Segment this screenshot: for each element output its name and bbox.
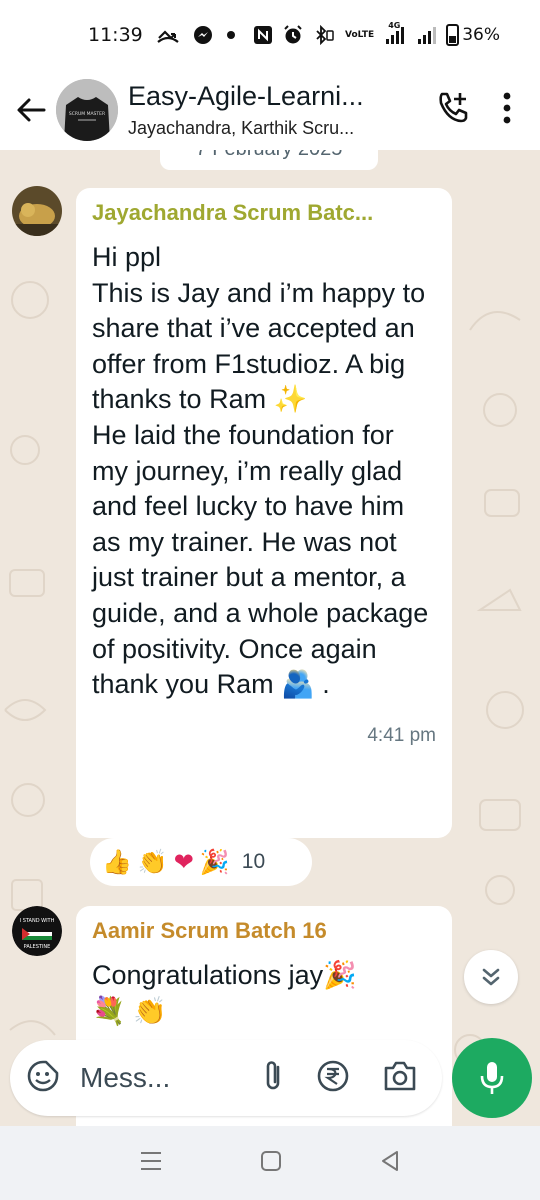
reaction-count: 10 <box>241 850 266 873</box>
microphone-icon <box>480 1062 504 1094</box>
system-nav-bar <box>0 1126 540 1200</box>
rupee-icon <box>317 1060 349 1092</box>
back-triangle-icon <box>382 1151 399 1171</box>
reactions-bar[interactable]: 👍 👏 ❤ 🎉 10 <box>90 838 312 886</box>
alarm-icon <box>283 25 303 45</box>
avatar-text-top: I STAND WITH <box>20 918 55 924</box>
nfc-icon <box>253 25 273 45</box>
message-line: He laid the foundation for my journey, i… <box>92 419 429 700</box>
missed-call-icon <box>157 26 179 44</box>
message-text: Congratulations jay🎉 💐 👏 <box>92 958 436 1029</box>
message-line: Congratulations jay🎉 <box>92 960 357 990</box>
sender-avatar[interactable]: I STAND WITH PALESTINE <box>12 906 62 956</box>
clap-reaction-icon: 👏 <box>137 848 168 876</box>
sticker-icon <box>27 1060 59 1092</box>
message-line: This is Jay and i’m happy to share that … <box>92 277 426 415</box>
avatar-text-bottom: PALESTINE <box>24 944 51 950</box>
signal-4g-icon: 4G <box>384 21 406 45</box>
paperclip-icon <box>266 1061 280 1090</box>
sender-avatar[interactable] <box>12 186 62 236</box>
add-call-button[interactable] <box>436 90 472 130</box>
menu-lines-icon <box>140 1152 161 1170</box>
messenger-icon <box>193 25 213 45</box>
bluetooth-icon <box>313 25 335 45</box>
group-subtitle: Jayachandra, Karthik Scru... <box>128 118 355 138</box>
camera-icon <box>384 1061 416 1091</box>
phone-plus-icon <box>439 92 468 123</box>
party-popper-reaction-icon: 🎉 <box>199 848 230 876</box>
sender-name[interactable]: Aamir Scrum Batch 16 <box>92 918 436 944</box>
signal-icon <box>416 25 437 45</box>
battery-icon <box>446 24 460 46</box>
status-bar: 11:39 VoLTE 4G 36% <box>0 0 540 70</box>
attach-button[interactable] <box>262 1059 284 1097</box>
sender-name[interactable]: Jayachandra Scrum Batc... <box>92 200 436 226</box>
message-bubble[interactable]: Jayachandra Scrum Batc... Hi ppl This is… <box>76 188 452 838</box>
double-chevron-down-icon <box>482 968 500 986</box>
kebab-menu-icon <box>503 92 511 124</box>
chat-header: SCRUM MASTER Easy-Agile-Learni... Jayach… <box>0 70 540 150</box>
chat-area[interactable]: 7 February 2025 Jayachandra Scrum Batc..… <box>0 150 540 1126</box>
voice-message-button[interactable] <box>452 1038 532 1118</box>
back-button[interactable] <box>6 80 56 140</box>
dot-icon <box>226 31 235 39</box>
more-options-button[interactable] <box>502 92 512 128</box>
recent-apps-button[interactable] <box>139 1150 163 1176</box>
group-avatar[interactable]: SCRUM MASTER <box>56 79 118 141</box>
message-time: 4:41 pm <box>367 724 436 746</box>
battery-percent: 36% <box>462 25 500 45</box>
message-line: 💐 👏 <box>92 995 167 1026</box>
battery-indicator: 36% <box>446 24 500 46</box>
group-avatar-text: SCRUM MASTER <box>69 111 105 117</box>
header-titles[interactable]: Easy-Agile-Learni... Jayachandra, Karthi… <box>128 81 400 139</box>
emoji-sticker-button[interactable] <box>26 1059 60 1097</box>
payment-button[interactable] <box>316 1059 350 1097</box>
scroll-to-bottom-button[interactable] <box>464 950 518 1004</box>
back-arrow-icon <box>17 98 46 122</box>
status-time: 11:39 <box>88 24 143 46</box>
message-text: Hi ppl This is Jay and i’m happy to shar… <box>92 240 436 703</box>
home-button[interactable] <box>260 1150 282 1176</box>
home-square-icon <box>260 1151 281 1171</box>
camera-button[interactable] <box>382 1059 418 1097</box>
message-input[interactable]: Mess... <box>80 1062 210 1094</box>
message-composer[interactable]: Mess... <box>10 1040 442 1116</box>
thumbs-up-reaction-icon: 👍 <box>102 848 132 876</box>
date-chip: 7 February 2025 <box>160 150 378 170</box>
heart-reaction-icon: ❤ <box>173 848 194 876</box>
group-title: Easy-Agile-Learni... <box>128 81 364 111</box>
back-nav-button[interactable] <box>379 1150 401 1176</box>
volte-icon: VoLTE <box>345 29 375 40</box>
message-line: Hi ppl <box>92 242 162 272</box>
